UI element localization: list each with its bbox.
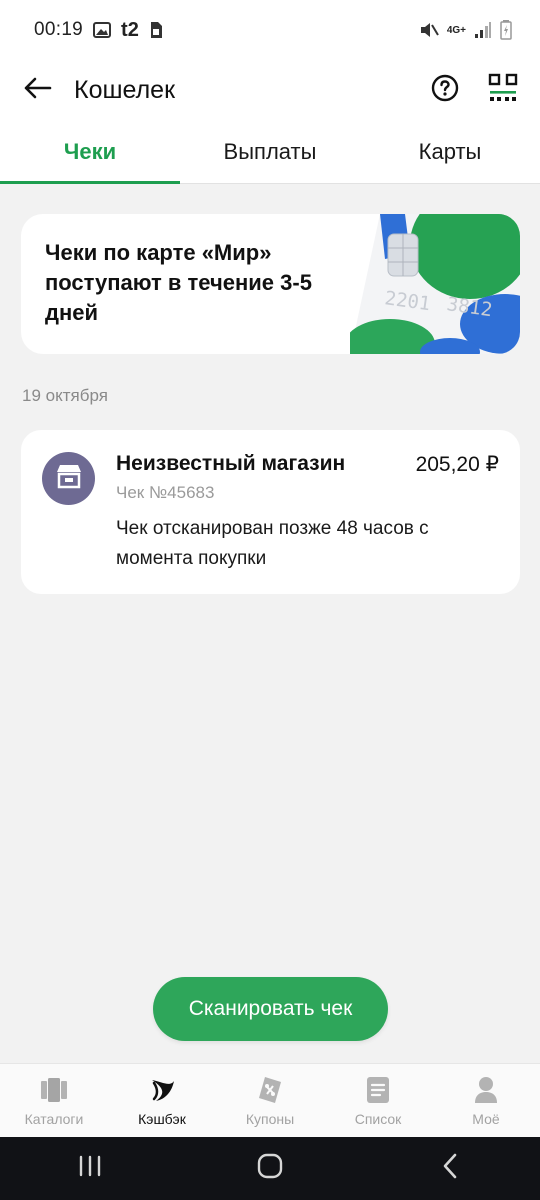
banner-text: Чеки по карте «Мир» поступают в течение … (45, 240, 312, 325)
nav-item-profile[interactable]: Моё (432, 1064, 540, 1137)
receipt-number: Чек №45683 (116, 483, 215, 502)
sim-notification-icon (149, 21, 163, 39)
help-circle-icon (431, 74, 459, 107)
recent-apps-button[interactable] (60, 1144, 120, 1194)
status-bar: 00:19 t2 4G+ (0, 0, 540, 60)
store-icon (55, 463, 83, 494)
qr-scan-icon (488, 73, 518, 108)
system-navigation-bar (0, 1137, 540, 1200)
recent-apps-icon (78, 1155, 102, 1182)
app-bar: Кошелек (0, 60, 540, 120)
network-type-label: 4G+ (446, 24, 466, 36)
nav-item-cashback[interactable]: Кэшбэк (108, 1064, 216, 1137)
chevron-left-icon (442, 1153, 458, 1184)
home-icon (257, 1153, 283, 1184)
nav-label: Кэшбэк (138, 1110, 186, 1127)
receipt-amount: 205,20 ₽ (415, 453, 499, 476)
carrier-label: t2 (121, 18, 139, 41)
system-back-button[interactable] (420, 1144, 480, 1194)
bottom-navigation: Каталоги Кэшбэк Купоны Список Моё (0, 1063, 540, 1137)
back-button[interactable] (20, 72, 56, 108)
profile-icon (471, 1075, 501, 1105)
home-button[interactable] (240, 1144, 300, 1194)
receipt-card[interactable]: Неизвестный магазин 205,20 ₽ Чек №45683 … (21, 430, 520, 594)
tab-bar: Чеки Выплаты Карты (0, 120, 540, 184)
help-button[interactable] (428, 73, 462, 107)
battery-icon (500, 20, 512, 40)
coupons-icon (255, 1075, 285, 1105)
tab-receipts[interactable]: Чеки (0, 120, 180, 184)
arrow-left-icon (24, 77, 52, 104)
mir-card-banner[interactable]: Чеки по карте «Мир» поступают в течение … (21, 214, 520, 354)
store-avatar (42, 452, 95, 505)
qr-scan-button[interactable] (486, 73, 520, 107)
nav-item-catalogs[interactable]: Каталоги (0, 1064, 108, 1137)
nav-item-list[interactable]: Список (324, 1064, 432, 1137)
signal-icon (474, 21, 492, 39)
scan-receipt-button[interactable]: Сканировать чек (153, 977, 388, 1041)
catalogs-icon (39, 1075, 69, 1105)
tab-cards[interactable]: Карты (360, 120, 540, 183)
gallery-notification-icon (93, 22, 112, 38)
mute-icon (419, 21, 439, 39)
cashback-icon (147, 1075, 177, 1105)
nav-label: Купоны (245, 1110, 295, 1127)
nav-label: Список (354, 1110, 402, 1127)
page-title: Кошелек (74, 75, 176, 104)
nav-label: Моё (472, 1110, 500, 1127)
list-icon (363, 1075, 393, 1105)
status-time: 00:19 (34, 19, 84, 40)
date-header: 19 октября (22, 386, 108, 405)
store-name: Неизвестный магазин (116, 452, 346, 475)
receipt-status-note: Чек отсканирован позже 48 часов с момент… (116, 518, 429, 569)
tab-payouts[interactable]: Выплаты (180, 120, 360, 183)
nav-label: Каталоги (24, 1110, 84, 1127)
mir-card-illustration: 2201 3812 (350, 214, 520, 354)
nav-item-coupons[interactable]: Купоны (216, 1064, 324, 1137)
